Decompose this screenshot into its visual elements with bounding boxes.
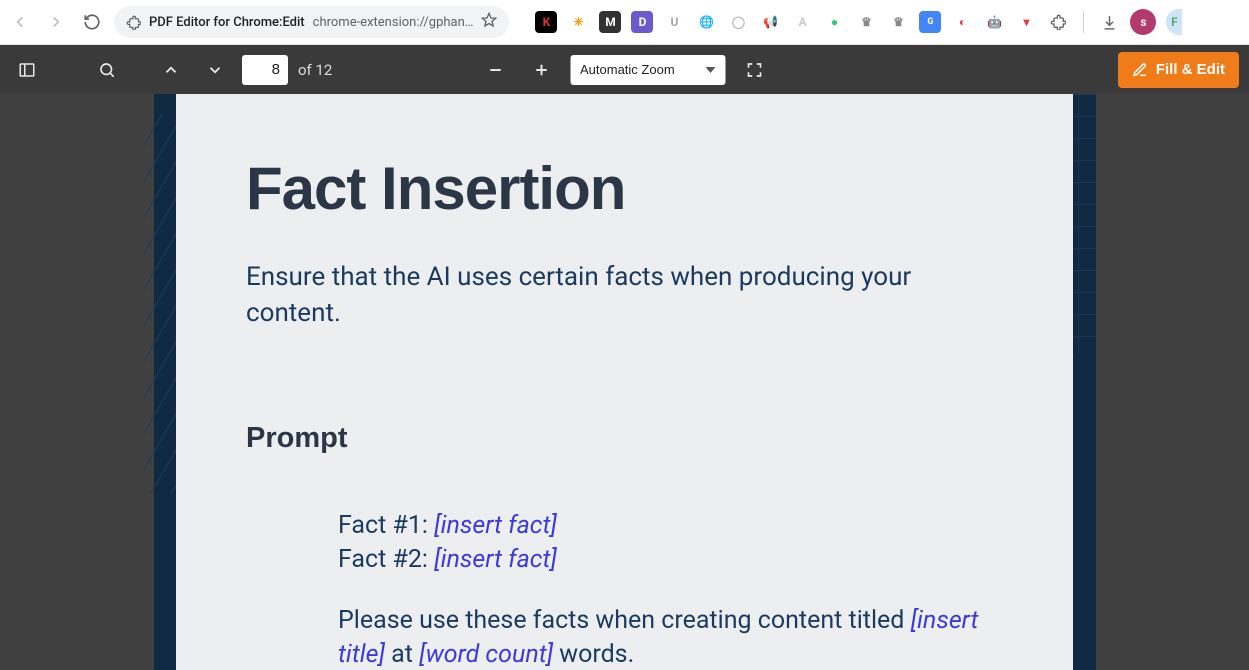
fact-1-label: Fact #1: [338,511,434,540]
ext-icon-12[interactable]: ♛ [887,11,909,33]
browser-toolbar: PDF Editor for Chrome:Edit chrome-extens… [0,0,1249,45]
fact-2-label: Fact #2: [338,545,434,574]
ext-icon-3[interactable]: M [599,11,621,33]
document-subtitle: Ensure that the AI uses certain facts wh… [246,259,1003,332]
ext-icon-13[interactable]: G [919,11,941,33]
prompt-body: Fact #1: [insert fact] Fact #2: [insert … [338,509,1003,670]
page-title-text: PDF Editor for Chrome:Edit [149,15,305,30]
separator [1083,11,1084,33]
pdf-viewport[interactable]: Fact Insertion Ensure that the AI uses c… [0,94,1249,670]
reload-button[interactable] [78,8,106,36]
word-count-placeholder: [word count] [419,640,553,669]
pdf-page: Fact Insertion Ensure that the AI uses c… [176,94,1073,670]
ext-icon-14[interactable]: ◐ [951,11,973,33]
address-bar[interactable]: PDF Editor for Chrome:Edit chrome-extens… [114,6,509,38]
document-title: Fact Insertion [246,154,1003,223]
back-button[interactable] [6,8,34,36]
ext-icon-16[interactable]: ▾ [1015,11,1037,33]
fill-and-edit-button[interactable]: Fill & Edit [1118,52,1239,88]
extensions-row: K ✳ M D U 🌐 ◯ 📢 A ● ♛ ♛ G ◐ 🤖 ▾ s F [535,9,1182,35]
page-total-label: of 12 [298,61,332,79]
fact-1-placeholder: [insert fact] [434,511,557,540]
extension-icon [126,15,141,30]
ext-icon-5[interactable]: U [663,11,685,33]
ext-icon-10[interactable]: ● [823,11,845,33]
sidebar-toggle-icon[interactable] [10,53,44,87]
words-tail: words. [553,640,634,669]
zoom-select-wrap[interactable]: Automatic Zoom [570,55,725,85]
zoom-in-icon[interactable] [524,53,558,87]
forward-button[interactable] [42,8,70,36]
page-number-input[interactable] [242,55,288,85]
fact-2-placeholder: [insert fact] [434,545,557,574]
ext-icon-8[interactable]: 📢 [759,11,781,33]
toolbar-center-group: Automatic Zoom [478,53,771,87]
ext-icon-2[interactable]: ✳ [567,11,589,33]
at-word: at [385,640,419,669]
ext-icon-11[interactable]: ♛ [855,11,877,33]
zoom-select[interactable]: Automatic Zoom [570,55,725,85]
edit-icon [1132,62,1148,78]
next-page-icon[interactable] [198,53,232,87]
url-text: chrome-extension://gphan… [313,15,474,30]
ext-icon-15[interactable]: 🤖 [983,11,1005,33]
zoom-out-icon[interactable] [478,53,512,87]
ext-icon-4[interactable]: D [631,11,653,33]
search-icon[interactable] [90,53,124,87]
bookmark-star-icon[interactable] [481,12,497,32]
downloads-icon[interactable] [1098,11,1120,33]
prompt-heading: Prompt [246,422,1003,455]
fact-1-line: Fact #1: [insert fact] [338,509,1003,543]
secondary-avatar[interactable]: F [1166,9,1182,35]
fact-2-line: Fact #2: [insert fact] [338,543,1003,577]
sentence-lead: Please use these facts when creating con… [338,606,911,635]
ext-icon-1[interactable]: K [535,11,557,33]
ext-icon-7[interactable]: ◯ [727,11,749,33]
pdf-toolbar: of 12 Automatic Zoom Fill & Edit [0,45,1249,94]
profile-avatar[interactable]: s [1130,9,1156,35]
extensions-puzzle-icon[interactable] [1047,11,1069,33]
prev-page-icon[interactable] [154,53,188,87]
fill-and-edit-label: Fill & Edit [1156,61,1225,78]
fullscreen-icon[interactable] [737,53,771,87]
prompt-sentence: Please use these facts when creating con… [338,604,1003,670]
ext-icon-6[interactable]: 🌐 [695,11,717,33]
ext-icon-9[interactable]: A [791,11,813,33]
